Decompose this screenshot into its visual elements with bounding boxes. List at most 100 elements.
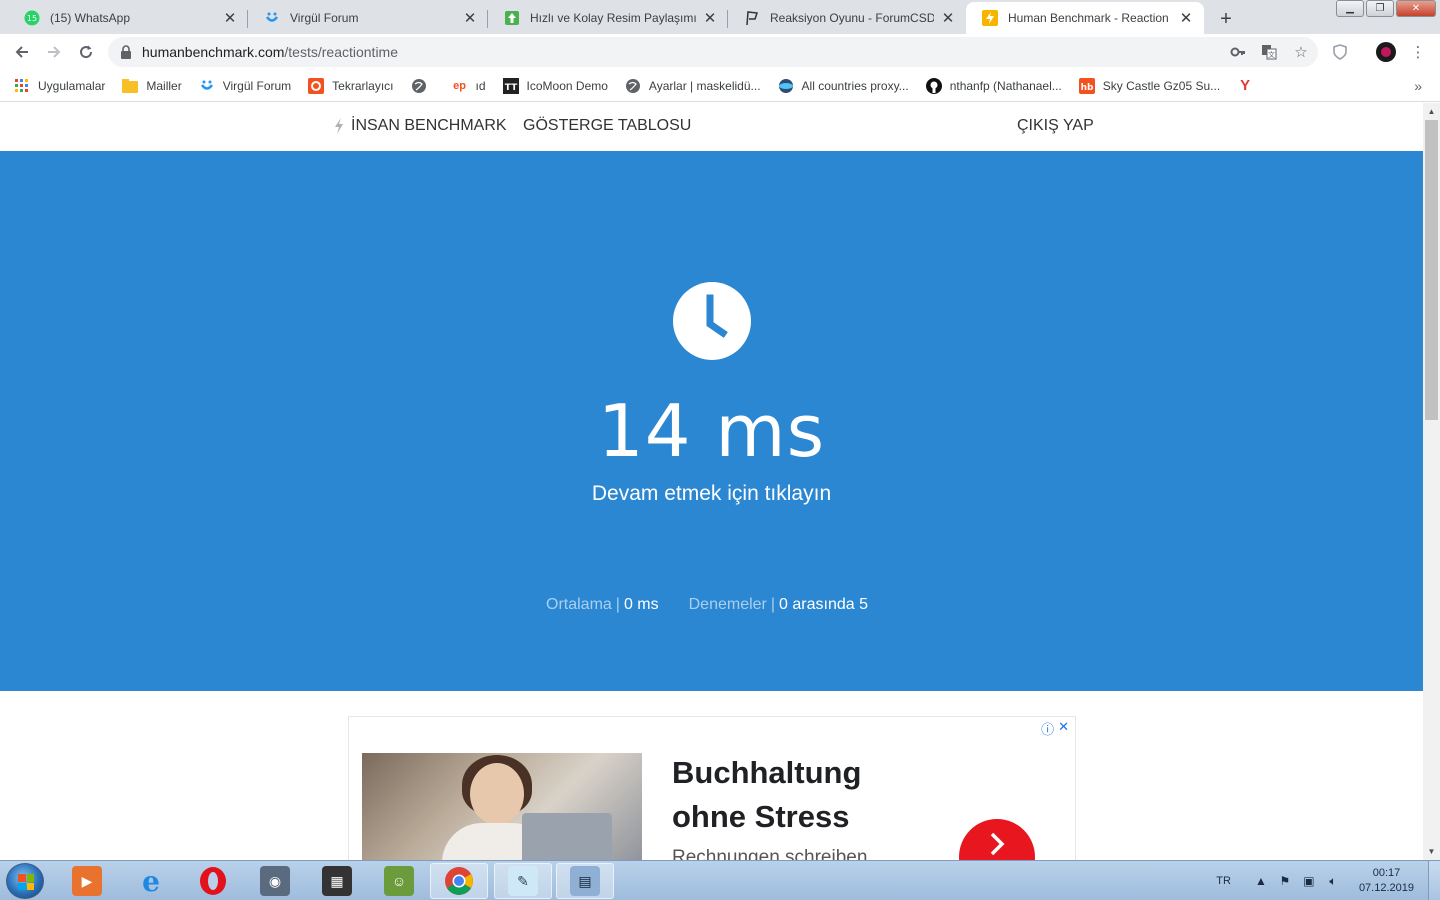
advertisement[interactable]: ⓘ ✕ Buchhaltung ohne Stress Rechnungen s… <box>348 716 1076 860</box>
address-bar[interactable]: humanbenchmark.com/tests/reactiontime <box>108 37 1318 67</box>
restore-icon[interactable]: ❐ <box>1366 0 1394 17</box>
clock[interactable]: 00:17 07.12.2019 <box>1359 866 1414 896</box>
bookmark-apps[interactable]: Uygulamalar <box>14 78 105 94</box>
scroll-down-icon[interactable]: ▼ <box>1423 843 1440 860</box>
page-scrollbar[interactable]: ▲ ▼ <box>1423 103 1440 860</box>
site-navbar: İNSAN BENCHMARK GÖSTERGE TABLOSU ÇIKIŞ Y… <box>0 103 1423 151</box>
site-logo-link[interactable]: İNSAN BENCHMARK <box>334 117 507 135</box>
tab-image-share[interactable]: Hızlı ve Kolay Resim Paylaşımı - r ✕ <box>488 2 728 34</box>
ad-arrow-button[interactable] <box>959 819 1035 860</box>
scroll-up-icon[interactable]: ▲ <box>1423 103 1440 120</box>
svg-text:hb: hb <box>1080 83 1093 93</box>
taskbar-media-player[interactable]: ▶ <box>58 863 116 899</box>
taskbar-calculator[interactable]: ▤ <box>556 863 614 899</box>
yandex-icon: Y <box>1240 77 1251 94</box>
taskbar-internet-explorer[interactable]: e <box>122 863 180 899</box>
bookmark-id[interactable]: ep ıd <box>452 78 485 94</box>
start-button[interactable] <box>6 863 44 899</box>
page-viewport: İNSAN BENCHMARK GÖSTERGE TABLOSU ÇIKIŞ Y… <box>0 103 1423 860</box>
language-indicator[interactable]: TR <box>1216 875 1231 887</box>
lock-icon <box>121 45 131 59</box>
ep-icon: ep <box>453 79 466 92</box>
hb-icon: hb <box>1078 77 1095 94</box>
calculator-icon: ▤ <box>570 866 600 896</box>
close-tab-icon[interactable]: ✕ <box>222 10 238 27</box>
close-tab-icon[interactable]: ✕ <box>940 10 956 27</box>
logout-link[interactable]: ÇIKIŞ YAP <box>1017 117 1094 135</box>
shield-extension-icon[interactable] <box>1330 42 1350 62</box>
taskbar-opera[interactable] <box>184 863 242 899</box>
back-icon[interactable] <box>8 38 36 66</box>
ad-close-icon[interactable]: ✕ <box>1058 719 1069 738</box>
key-icon[interactable] <box>1228 42 1248 62</box>
close-tab-icon[interactable]: ✕ <box>1178 10 1194 27</box>
ad-info-icon[interactable]: ⓘ <box>1041 719 1054 738</box>
attempts-value: 0 arasında 5 <box>779 596 868 613</box>
svg-text:15: 15 <box>27 14 37 23</box>
notepad-icon: ✎ <box>508 866 538 896</box>
volume-icon[interactable]: 🔈︎ <box>1325 873 1341 889</box>
bookmark-icomoon[interactable]: TT IcoMoon Demo <box>502 77 608 94</box>
average-label: Ortalama <box>546 596 612 613</box>
network-icon[interactable]: ▣ <box>1301 873 1317 889</box>
virgul-icon <box>264 10 280 26</box>
test-stats: Ortalama | 0 ms Denemeler | 0 arasında 5 <box>546 596 868 613</box>
app-icon: ◉ <box>260 866 290 896</box>
apps-grid-icon <box>14 78 30 94</box>
bookmark-sky-castle[interactable]: hb Sky Castle Gz05 Su... <box>1078 77 1220 94</box>
taskbar-notepad[interactable]: ✎ <box>494 863 552 899</box>
menu-kebab-icon[interactable]: ⋮ <box>1408 42 1428 62</box>
forward-icon[interactable] <box>40 38 68 66</box>
tab-virgul-forum[interactable]: Virgül Forum ✕ <box>248 2 488 34</box>
bookmark-globe[interactable] <box>411 78 435 94</box>
reaction-test-area[interactable]: 14 ms Devam etmek için tıklayın Ortalama… <box>0 151 1423 691</box>
windows-logo-icon <box>18 874 34 890</box>
taskbar-chrome[interactable] <box>430 863 488 899</box>
taskbar-pixel-game[interactable]: ☺ <box>370 863 428 899</box>
game-icon: ▦ <box>322 866 352 896</box>
flag-icon <box>744 10 760 26</box>
close-tab-icon[interactable]: ✕ <box>462 10 478 27</box>
media-player-icon: ▶ <box>72 866 102 896</box>
close-window-icon[interactable]: ✕ <box>1396 0 1436 17</box>
bookmark-ayarlar[interactable]: Ayarlar | maskelidü... <box>625 78 761 94</box>
tab-reaction-game[interactable]: Reaksiyon Oyunu - ForumCSDark ✕ <box>728 2 966 34</box>
tab-strip: 15 (15) WhatsApp ✕ Virgül Forum ✕ Hızlı … <box>0 0 1440 34</box>
repeat-icon <box>308 77 325 94</box>
ad-controls: ⓘ ✕ <box>1041 719 1069 738</box>
window-controls: ▁ ❐ ✕ <box>1334 0 1436 17</box>
bookmark-tekrarlayici[interactable]: Tekrarlayıcı <box>308 77 394 94</box>
dashboard-link[interactable]: GÖSTERGE TABLOSU <box>523 117 691 135</box>
reload-icon[interactable] <box>72 38 100 66</box>
scroll-thumb[interactable] <box>1425 120 1438 420</box>
reaction-time-result: 14 ms <box>597 389 826 473</box>
tab-title: Hızlı ve Kolay Resim Paylaşımı - r <box>530 11 696 25</box>
new-tab-button[interactable]: + <box>1212 5 1240 33</box>
action-center-icon[interactable]: ⚑ <box>1277 873 1293 889</box>
bookmark-github[interactable]: nthanfp (Nathanael... <box>925 77 1062 94</box>
translate-icon[interactable]: 文 <box>1259 42 1279 62</box>
bookmark-mailler[interactable]: Mailler <box>122 78 182 94</box>
tab-human-benchmark[interactable]: Human Benchmark - Reaction Tin ✕ <box>966 2 1204 34</box>
bookmark-yandex[interactable]: Y <box>1237 77 1261 94</box>
upload-icon <box>504 10 520 26</box>
tab-whatsapp[interactable]: 15 (15) WhatsApp ✕ <box>8 2 248 34</box>
tab-title: Human Benchmark - Reaction Tin <box>1008 11 1172 25</box>
show-desktop-button[interactable] <box>1428 861 1440 900</box>
bookmarks-overflow-icon[interactable]: » <box>1414 78 1422 94</box>
continue-prompt: Devam etmek için tıklayın <box>591 482 832 505</box>
whatsapp-icon: 15 <box>24 10 40 26</box>
close-tab-icon[interactable]: ✕ <box>702 10 718 27</box>
folder-icon <box>122 78 139 94</box>
taskbar-game-app[interactable]: ▦ <box>308 863 366 899</box>
pixel-character-icon: ☺ <box>384 866 414 896</box>
minimize-icon[interactable]: ▁ <box>1336 0 1364 17</box>
taskbar-app[interactable]: ◉ <box>246 863 304 899</box>
show-hidden-icons-icon[interactable]: ▲ <box>1253 873 1269 889</box>
bookmark-star-icon[interactable]: ☆ <box>1291 42 1311 62</box>
virgul-icon <box>199 78 215 94</box>
url-text: humanbenchmark.com/tests/reactiontime <box>142 44 399 60</box>
bookmark-virgul-forum[interactable]: Virgül Forum <box>199 78 291 94</box>
profile-avatar[interactable] <box>1376 42 1396 62</box>
bookmark-proxy[interactable]: All countries proxy... <box>778 78 909 94</box>
